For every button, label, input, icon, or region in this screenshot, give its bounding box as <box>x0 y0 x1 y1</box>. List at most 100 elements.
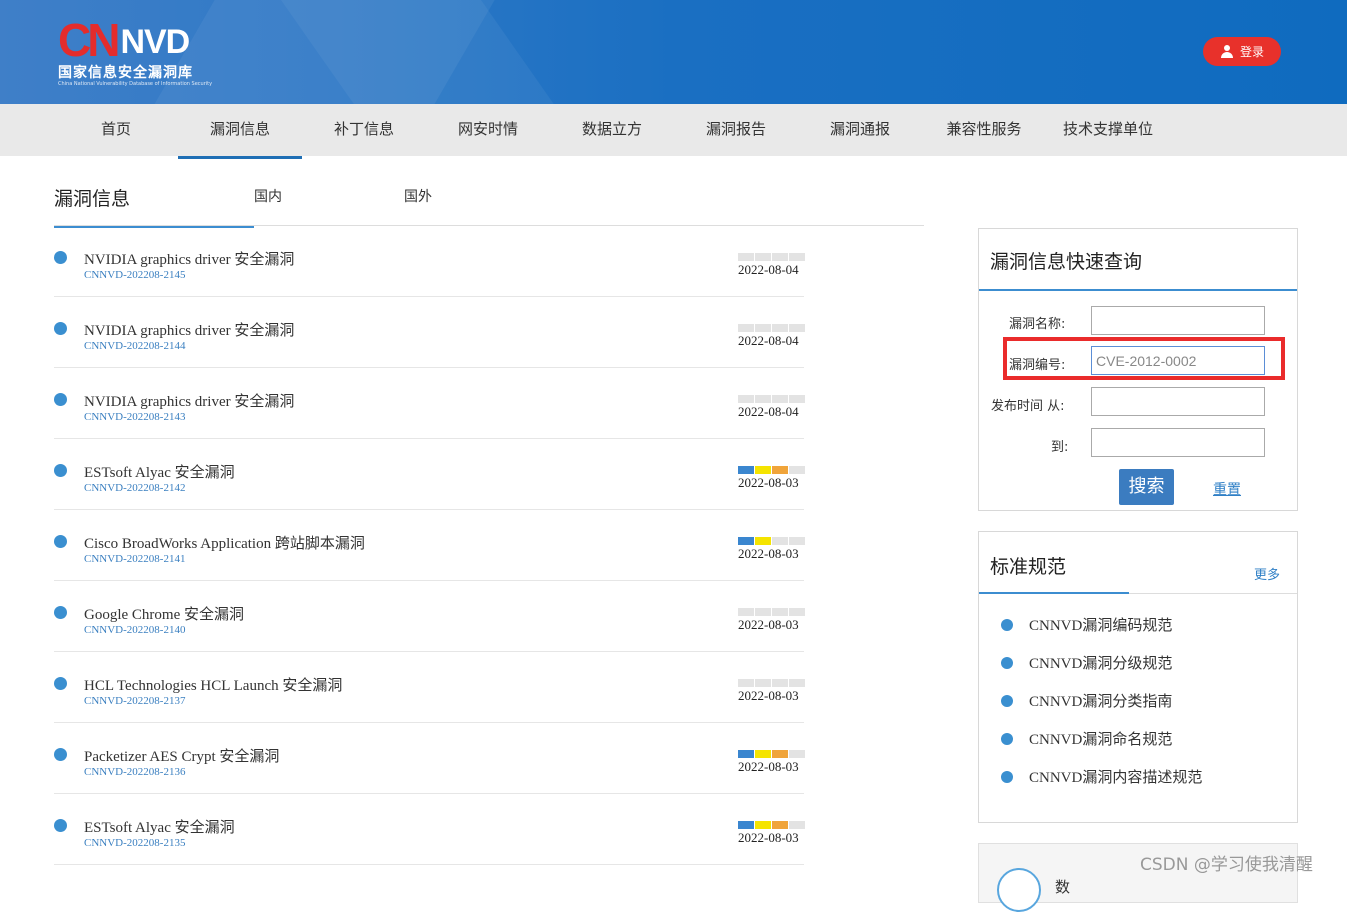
standard-item-label: CNNVD漏洞命名规范 <box>1029 732 1173 748</box>
reset-link[interactable]: 重置 <box>1213 479 1241 499</box>
vuln-title[interactable]: Google Chrome 安全漏洞 <box>84 603 244 624</box>
standards-panel: 标准规范 更多 CNNVD漏洞编码规范 CNNVD漏洞分级规范 CNNVD漏洞分… <box>978 531 1298 823</box>
vuln-name-input[interactable] <box>1091 306 1265 335</box>
site-header: CN NVD 国家信息安全漏洞库 China National Vulnerab… <box>0 0 1347 104</box>
vuln-row[interactable]: Google Chrome 安全漏洞 CNNVD-202208-2140 2022-… <box>54 581 805 652</box>
vuln-id[interactable]: CNNVD-202208-2144 <box>84 340 185 352</box>
severity-indicator <box>738 608 805 616</box>
severity-indicator <box>738 253 805 261</box>
severity-segment <box>738 324 754 332</box>
site-logo[interactable]: CN NVD 国家信息安全漏洞库 China National Vulnerab… <box>58 17 228 92</box>
vuln-title[interactable]: NVIDIA graphics driver 安全漏洞 <box>84 390 294 411</box>
document-icon <box>997 868 1041 912</box>
severity-segment <box>738 821 754 829</box>
standard-item-label: CNNVD漏洞内容描述规范 <box>1029 770 1203 786</box>
vuln-date: 2022-08-03 <box>738 759 799 774</box>
vuln-date: 2022-08-04 <box>738 333 799 348</box>
nav-item-security-news[interactable]: 网安时情 <box>426 104 550 156</box>
bullet-icon <box>54 322 67 335</box>
standards-title: 标准规范 <box>990 556 1067 578</box>
vuln-date: 2022-08-03 <box>738 688 799 703</box>
quick-search-panel: 漏洞信息快速查询 漏洞名称: 漏洞编号: 发布时间 从: 到: 搜索 重置 <box>978 228 1298 511</box>
vuln-id[interactable]: CNNVD-202208-2141 <box>84 553 185 565</box>
bullet-icon <box>54 606 67 619</box>
publish-time-from-input[interactable] <box>1091 387 1265 416</box>
standards-header: 标准规范 更多 <box>979 532 1297 594</box>
publish-time-to-input[interactable] <box>1091 428 1265 457</box>
severity-segment <box>772 466 788 474</box>
vuln-date: 2022-08-03 <box>738 546 799 561</box>
vuln-id[interactable]: CNNVD-202208-2142 <box>84 482 185 494</box>
vuln-row[interactable]: NVIDIA graphics driver 安全漏洞 CNNVD-202208-… <box>54 226 805 297</box>
logo-name-cn: 国家信息安全漏洞库 <box>58 65 193 81</box>
severity-segment <box>789 324 805 332</box>
nav-item-support-units[interactable]: 技术支撑单位 <box>1046 104 1170 156</box>
login-button[interactable]: 登录 <box>1203 37 1281 66</box>
standards-title-underline <box>979 592 1129 594</box>
vuln-row[interactable]: HCL Technologies HCL Launch 安全漏洞 CNNVD-20… <box>54 652 805 723</box>
tab-domestic[interactable]: 国内 <box>254 186 282 206</box>
vuln-id-input[interactable] <box>1091 346 1265 375</box>
severity-segment <box>755 253 771 261</box>
section-title[interactable]: 漏洞信息 <box>54 180 254 228</box>
severity-segment <box>738 466 754 474</box>
vuln-id[interactable]: CNNVD-202208-2143 <box>84 411 185 423</box>
quick-search-title: 漏洞信息快速查询 <box>990 251 1143 273</box>
nav-item-patch-info[interactable]: 补丁信息 <box>302 104 426 156</box>
tab-foreign[interactable]: 国外 <box>404 186 432 206</box>
nav-item-vuln-info[interactable]: 漏洞信息 <box>178 104 302 159</box>
vuln-id[interactable]: CNNVD-202208-2135 <box>84 837 185 849</box>
vuln-name-label: 漏洞名称: <box>1009 317 1066 332</box>
severity-segment <box>738 395 754 403</box>
vuln-id-label: 漏洞编号: <box>1009 358 1066 373</box>
standard-item-label: CNNVD漏洞编码规范 <box>1029 618 1173 634</box>
bullet-icon <box>54 748 67 761</box>
vuln-row[interactable]: Cisco BroadWorks Application 跨站脚本漏洞 CNNVD… <box>54 510 805 581</box>
vuln-title[interactable]: NVIDIA graphics driver 安全漏洞 <box>84 248 294 269</box>
vuln-title[interactable]: Packetizer AES Crypt 安全漏洞 <box>84 745 279 766</box>
nav-item-data-cube[interactable]: 数据立方 <box>550 104 674 156</box>
vuln-title[interactable]: Cisco BroadWorks Application 跨站脚本漏洞 <box>84 532 365 553</box>
severity-segment <box>772 608 788 616</box>
vuln-title[interactable]: ESTsoft Alyac 安全漏洞 <box>84 461 235 482</box>
logo-mark-nvd: NVD <box>120 23 190 61</box>
standard-item-label: CNNVD漏洞分类指南 <box>1029 694 1173 710</box>
main-nav: 首页 漏洞信息 补丁信息 网安时情 数据立方 漏洞报告 漏洞通报 兼容性服务 技… <box>0 104 1347 159</box>
bullet-icon <box>1001 619 1013 631</box>
search-button[interactable]: 搜索 <box>1119 469 1174 505</box>
vuln-date: 2022-08-04 <box>738 404 799 419</box>
vuln-row[interactable]: Packetizer AES Crypt 安全漏洞 CNNVD-202208-21… <box>54 723 805 794</box>
vuln-title[interactable]: ESTsoft Alyac 安全漏洞 <box>84 816 235 837</box>
severity-indicator <box>738 679 805 687</box>
severity-segment <box>755 821 771 829</box>
bullet-icon <box>1001 733 1013 745</box>
bullet-icon <box>1001 657 1013 669</box>
vuln-row[interactable]: ESTsoft Alyac 安全漏洞 CNNVD-202208-2135 2022-… <box>54 794 805 865</box>
severity-indicator <box>738 395 805 403</box>
vuln-row[interactable]: ESTsoft Alyac 安全漏洞 CNNVD-202208-2142 2022-… <box>54 439 805 510</box>
vuln-date: 2022-08-03 <box>738 475 799 490</box>
bullet-icon <box>1001 695 1013 707</box>
severity-segment <box>755 395 771 403</box>
nav-item-vuln-bulletin[interactable]: 漏洞通报 <box>798 104 922 156</box>
vuln-tabs: 漏洞信息 国内 国外 <box>54 160 924 228</box>
vuln-row[interactable]: NVIDIA graphics driver 安全漏洞 CNNVD-202208-… <box>54 368 805 439</box>
nav-item-home[interactable]: 首页 <box>54 104 178 156</box>
vuln-id[interactable]: CNNVD-202208-2136 <box>84 766 185 778</box>
more-link[interactable]: 更多 <box>1254 564 1280 583</box>
nav-item-compat-service[interactable]: 兼容性服务 <box>922 104 1046 156</box>
vuln-date: 2022-08-03 <box>738 617 799 632</box>
severity-segment <box>789 466 805 474</box>
publish-time-to-label: 到: <box>1051 440 1069 455</box>
logo-mark: CN NVD <box>58 17 190 63</box>
vuln-title[interactable]: NVIDIA graphics driver 安全漏洞 <box>84 319 294 340</box>
vuln-title[interactable]: HCL Technologies HCL Launch 安全漏洞 <box>84 674 342 695</box>
nav-item-vuln-report[interactable]: 漏洞报告 <box>674 104 798 156</box>
vuln-id[interactable]: CNNVD-202208-2137 <box>84 695 185 707</box>
vuln-id[interactable]: CNNVD-202208-2145 <box>84 269 185 281</box>
severity-segment <box>755 324 771 332</box>
bottom-panel-text[interactable]: 数 <box>1055 876 1070 897</box>
vuln-id[interactable]: CNNVD-202208-2140 <box>84 624 185 636</box>
severity-segment <box>755 608 771 616</box>
vuln-row[interactable]: NVIDIA graphics driver 安全漏洞 CNNVD-202208-… <box>54 297 805 368</box>
